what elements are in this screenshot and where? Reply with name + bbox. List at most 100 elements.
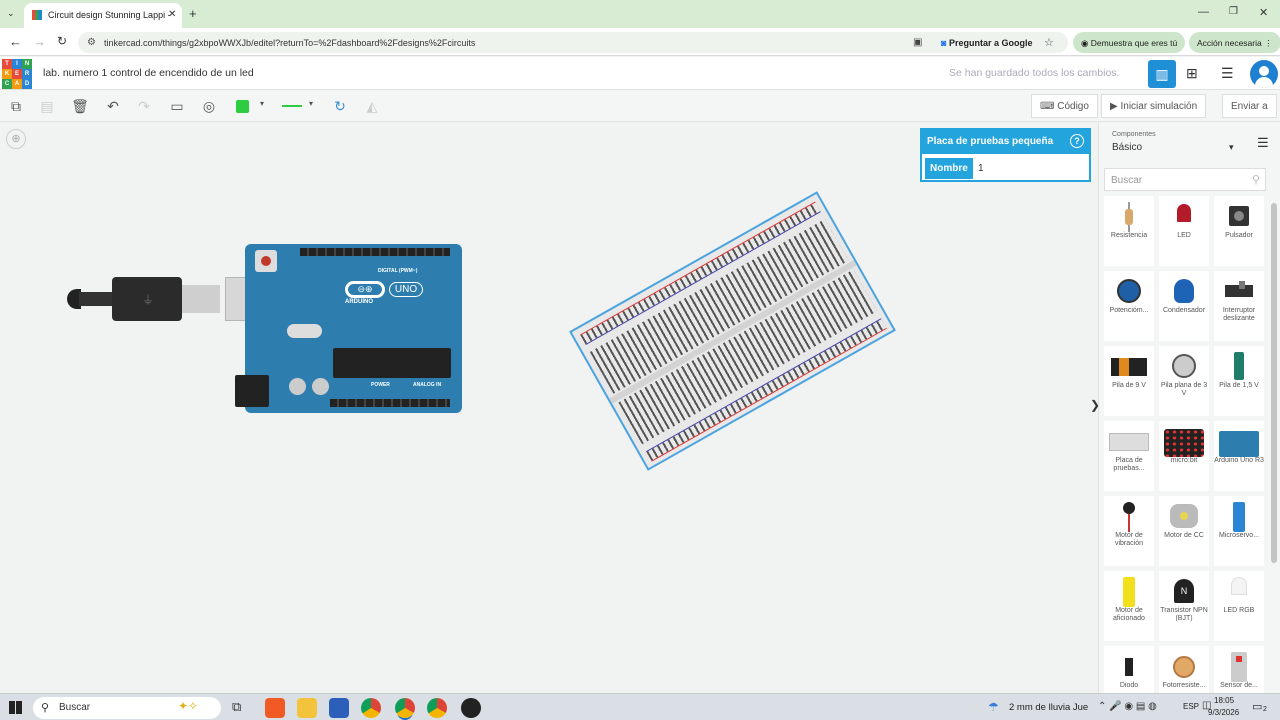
component-microbit[interactable]: micro:bit: [1159, 421, 1209, 491]
component-label: Transistor NPN (BJT): [1160, 607, 1208, 622]
redo-icon[interactable]: ↷: [133, 96, 155, 116]
brave-browser-icon[interactable]: [265, 698, 285, 718]
component-motor-aficionado[interactable]: Motor de aficionado: [1104, 571, 1154, 641]
word-icon[interactable]: [329, 698, 349, 718]
site-info-icon[interactable]: ⚙: [87, 37, 96, 48]
undo-icon[interactable]: ↶: [102, 96, 124, 116]
weather-icon[interactable]: ☂: [988, 700, 999, 714]
system-tray-icons[interactable]: ⌃ 🎤 ◉ ▤ ◍: [1098, 701, 1157, 712]
delete-icon[interactable]: 🗑: [69, 96, 91, 116]
file-explorer-icon[interactable]: [297, 698, 317, 718]
name-field[interactable]: 1: [974, 158, 1087, 179]
user-avatar[interactable]: [1250, 60, 1278, 88]
bookmark-star-icon[interactable]: ☆: [1044, 36, 1054, 49]
prove-human-button[interactable]: ◉ Demuestra que eres tú: [1073, 32, 1186, 53]
component-list-icon[interactable]: ☰: [1221, 65, 1234, 82]
help-icon[interactable]: ?: [1070, 134, 1084, 148]
breadboard-small[interactable]: [569, 191, 896, 471]
mirror-icon[interactable]: ◭: [361, 96, 383, 116]
arduino-uno-board[interactable]: DIGITAL (PWM~) ⊖⊕ ARDUINO UNO POWER ANAL…: [235, 244, 462, 413]
reset-button[interactable]: [255, 250, 277, 272]
component-label: Potencióm...: [1109, 307, 1149, 314]
windows-start-icon[interactable]: [9, 701, 22, 714]
paste-icon[interactable]: ▤: [36, 96, 58, 116]
component-label: Condensador: [1162, 307, 1206, 314]
reload-icon[interactable]: ↻: [57, 34, 67, 48]
digital-label: DIGITAL (PWM~): [378, 268, 418, 274]
schematic-view-icon[interactable]: ⊞: [1186, 65, 1198, 82]
component-pila-plana[interactable]: Pila plana de 3 V: [1159, 346, 1209, 416]
component-led[interactable]: LED: [1159, 196, 1209, 266]
ask-google-button[interactable]: ◙ Preguntar a Google: [935, 35, 1038, 50]
component-arduino-uno[interactable]: Arduino Uno R3: [1214, 421, 1264, 491]
search-icon: ⚲: [1252, 174, 1261, 186]
chrome-icon[interactable]: [361, 698, 381, 718]
diode-icon: [1117, 652, 1141, 682]
capacitor-2: [312, 378, 329, 395]
back-icon[interactable]: ←: [9, 34, 22, 49]
toggle-notes-icon[interactable]: ◎: [198, 96, 220, 116]
notifications-icon[interactable]: ▭: [1252, 700, 1262, 713]
new-tab-icon[interactable]: +: [189, 6, 197, 21]
forward-icon[interactable]: →: [33, 34, 46, 49]
design-title[interactable]: lab. numero 1 control de encendido de un…: [43, 67, 254, 79]
color-picker[interactable]: ▾: [236, 99, 268, 113]
taskbar-search[interactable]: ⚲ Buscar ✦✧: [33, 697, 221, 719]
component-interruptor[interactable]: Interruptor deslizante: [1214, 271, 1264, 341]
wire-type-picker[interactable]: ▾: [282, 99, 318, 113]
chrome-active-icon[interactable]: [395, 698, 415, 718]
battery-9v-icon: [1111, 352, 1147, 382]
component-pila-9v[interactable]: Pila de 9 V: [1104, 346, 1154, 416]
vibration-motor-icon: [1117, 502, 1141, 532]
cast-icon[interactable]: ▣: [913, 37, 922, 48]
close-tab-icon[interactable]: ✕: [168, 9, 176, 20]
component-pulsador[interactable]: Pulsador: [1214, 196, 1264, 266]
send-to-button[interactable]: Enviar a: [1222, 94, 1277, 118]
task-view-icon[interactable]: ⧉: [232, 699, 241, 715]
component-microservo[interactable]: Microservo...: [1214, 496, 1264, 566]
language-indicator[interactable]: ESP: [1183, 702, 1199, 711]
breadboard-icon: [1109, 427, 1149, 457]
component-led-rgb[interactable]: LED RGB: [1214, 571, 1264, 641]
weather-text[interactable]: 2 mm de lluvia Jue: [1009, 702, 1088, 713]
chrome-profile-icon[interactable]: [427, 698, 447, 718]
circuit-view-button[interactable]: ▥: [1148, 60, 1176, 88]
browser-tab[interactable]: Circuit design Stunning Lappi - ✕: [24, 3, 182, 28]
search-input[interactable]: Buscar ⚲: [1104, 168, 1266, 191]
component-motor-vibracion[interactable]: Motor de vibración: [1104, 496, 1154, 566]
chevron-down-icon: ▾: [309, 99, 314, 108]
copy-icon[interactable]: ⧉: [5, 96, 27, 116]
crystal: [287, 324, 322, 338]
component-label: Motor de vibración: [1114, 532, 1143, 547]
action-required-label: Acción necesaria: [1197, 38, 1262, 48]
component-resistencia[interactable]: Resistencia: [1104, 196, 1154, 266]
list-view-icon[interactable]: ☰: [1257, 135, 1269, 151]
collapse-panel-icon[interactable]: ❯: [1090, 398, 1098, 412]
url-field[interactable]: ⚙ tinkercad.com/things/g2xbpoWWXJb/edite…: [78, 32, 1068, 53]
clock-time[interactable]: 18:05: [1214, 696, 1234, 705]
clock-date[interactable]: 9/3/2026: [1208, 708, 1239, 717]
close-window-icon[interactable]: ✕: [1259, 6, 1268, 19]
scrollbar[interactable]: [1271, 203, 1277, 563]
circuit-canvas[interactable]: ⊕ ⏚ DIGITAL (PWM~) ⊖⊕ ARDUINO UNO POWER …: [0, 123, 1098, 693]
component-transistor[interactable]: N Transistor NPN (BJT): [1159, 571, 1209, 641]
component-label: LED RGB: [1223, 607, 1255, 614]
app-icon[interactable]: [461, 698, 481, 718]
component-motor-cc[interactable]: Motor de CC: [1159, 496, 1209, 566]
tinkercad-logo[interactable]: T I N K E R C A D: [2, 59, 32, 89]
start-simulation-button[interactable]: ▶ Iniciar simulación: [1101, 94, 1207, 118]
minimize-icon[interactable]: —: [1198, 6, 1209, 18]
tab-list-chevron-icon[interactable]: ⌄: [7, 8, 15, 19]
action-required-button[interactable]: Acción necesaria ⋮: [1189, 32, 1280, 53]
component-pila-15v[interactable]: Pila de 1,5 V: [1214, 346, 1264, 416]
maximize-icon[interactable]: ❐: [1229, 6, 1238, 17]
notes-icon[interactable]: ▭: [166, 96, 188, 116]
component-condensador[interactable]: Condensador: [1159, 271, 1209, 341]
component-potenciometro[interactable]: Potencióm...: [1104, 271, 1154, 341]
category-value: Básico: [1112, 142, 1143, 153]
rotate-icon[interactable]: ↻: [329, 96, 351, 116]
code-button[interactable]: ⌨ Código: [1031, 94, 1098, 118]
fit-view-icon[interactable]: ⊕: [6, 129, 26, 149]
category-select[interactable]: Básico ▾: [1109, 139, 1243, 159]
component-placa-pruebas[interactable]: Placa de pruebas...: [1104, 421, 1154, 491]
